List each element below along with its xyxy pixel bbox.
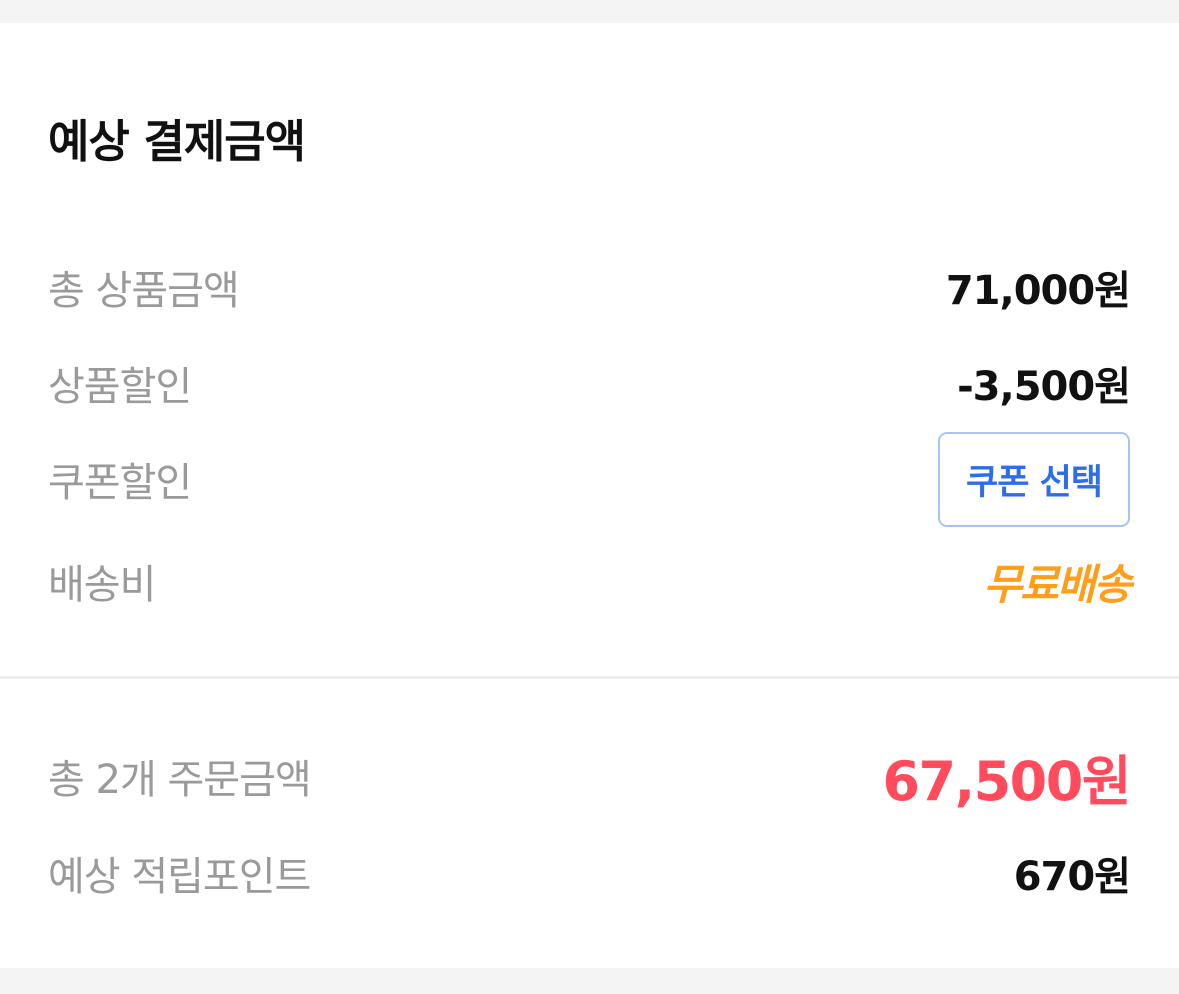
total-product-amount-value: 71,000원 [945, 268, 1131, 314]
section-title: 예상 결제금액 [48, 115, 306, 168]
total-order-amount-value: 67,500원 [882, 749, 1131, 813]
expected-points-label: 예상 적립포인트 [48, 854, 311, 900]
free-shipping-badge: 무료배송 [983, 559, 1132, 609]
total-product-amount-row: 총 상품금액 71,000원 [48, 257, 1131, 317]
total-order-amount-row: 총 2개 주문금액 67,500원 [48, 746, 1131, 813]
total-product-amount-label: 총 상품금액 [48, 268, 240, 314]
total-order-amount-label: 총 2개 주문금액 [48, 757, 312, 803]
page: 예상 결제금액 총 상품금액 71,000원 상품할인 -3,500원 쿠폰할인… [0, 0, 1179, 994]
coupon-select-button[interactable]: 쿠폰 선택 [938, 431, 1130, 527]
coupon-discount-label: 쿠폰할인 [48, 460, 192, 506]
product-discount-label: 상품할인 [48, 364, 192, 410]
expected-points-value: 670원 [1013, 854, 1131, 900]
payment-summary-card: 예상 결제금액 총 상품금액 71,000원 상품할인 -3,500원 쿠폰할인… [0, 23, 1179, 968]
product-discount-row: 상품할인 -3,500원 [48, 353, 1131, 413]
expected-points-row: 예상 적립포인트 670원 [48, 843, 1131, 903]
shipping-fee-row: 배송비 무료배송 [48, 551, 1132, 611]
coupon-discount-row: 쿠폰할인 쿠폰 선택 [48, 431, 1130, 527]
product-discount-value: -3,500원 [957, 364, 1131, 410]
section-divider [0, 676, 1179, 679]
shipping-fee-label: 배송비 [48, 562, 156, 608]
